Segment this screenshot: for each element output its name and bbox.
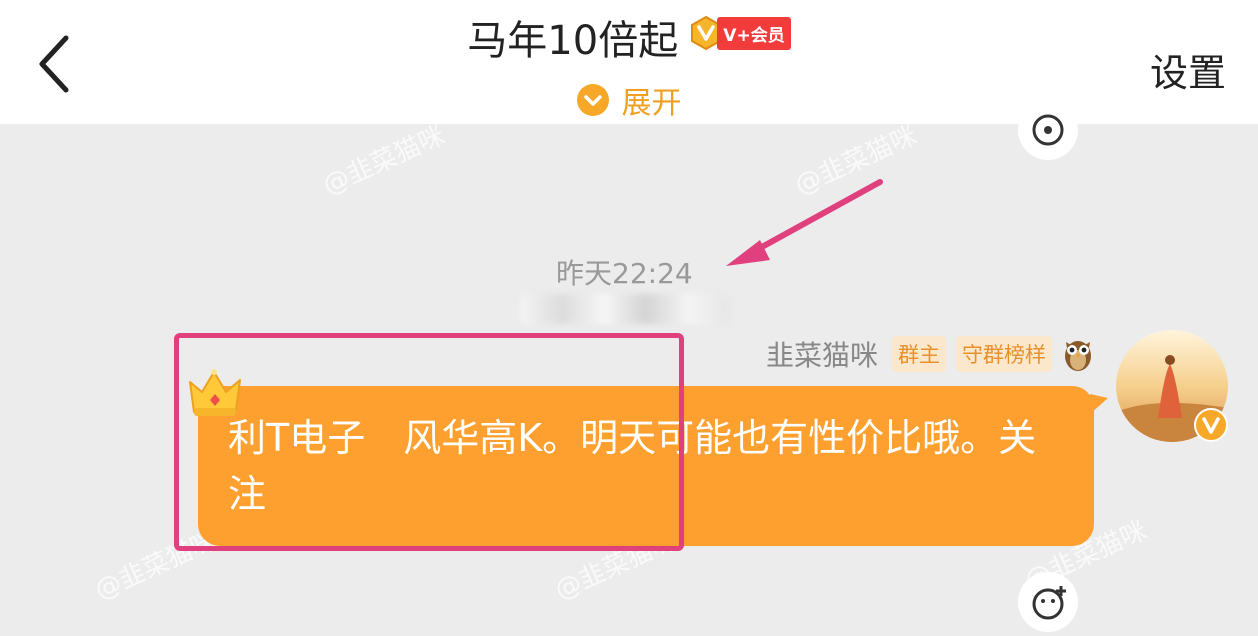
title-row: 马年10倍起 V+会员 [0, 8, 1258, 66]
emoji-button[interactable] [1018, 100, 1078, 160]
chevron-down-icon [577, 84, 610, 116]
bubble-tail [1090, 394, 1108, 414]
message-text: 利T电子 风华高K。明天可能也有性价比哦。关注 [228, 416, 1037, 516]
sender-info: 韭菜猫咪 群主 守群榜样 [766, 334, 1094, 374]
watermark: @韭菜猫咪 [318, 120, 450, 201]
expand-label: 展开 [621, 86, 682, 121]
role-tag-model: 守群榜样 [956, 336, 1052, 372]
vip-label: V+会员 [717, 16, 791, 50]
add-emoji-icon [1032, 586, 1066, 620]
add-emoji-button[interactable] [1018, 572, 1078, 632]
redacted-notice [520, 294, 730, 324]
emoji-icon [1032, 114, 1064, 146]
sender-name[interactable]: 韭菜猫咪 [766, 334, 878, 374]
vip-badge[interactable]: V+会员 [689, 15, 791, 51]
owl-icon [1065, 341, 1091, 371]
role-tag-owner: 群主 [892, 336, 946, 372]
settings-button[interactable]: 设置 [1150, 42, 1226, 97]
message-timestamp: 昨天22:24 [556, 257, 693, 290]
verified-icon [1194, 408, 1228, 442]
annotation-arrow [726, 179, 883, 266]
group-title: 马年10倍起 [467, 18, 679, 64]
